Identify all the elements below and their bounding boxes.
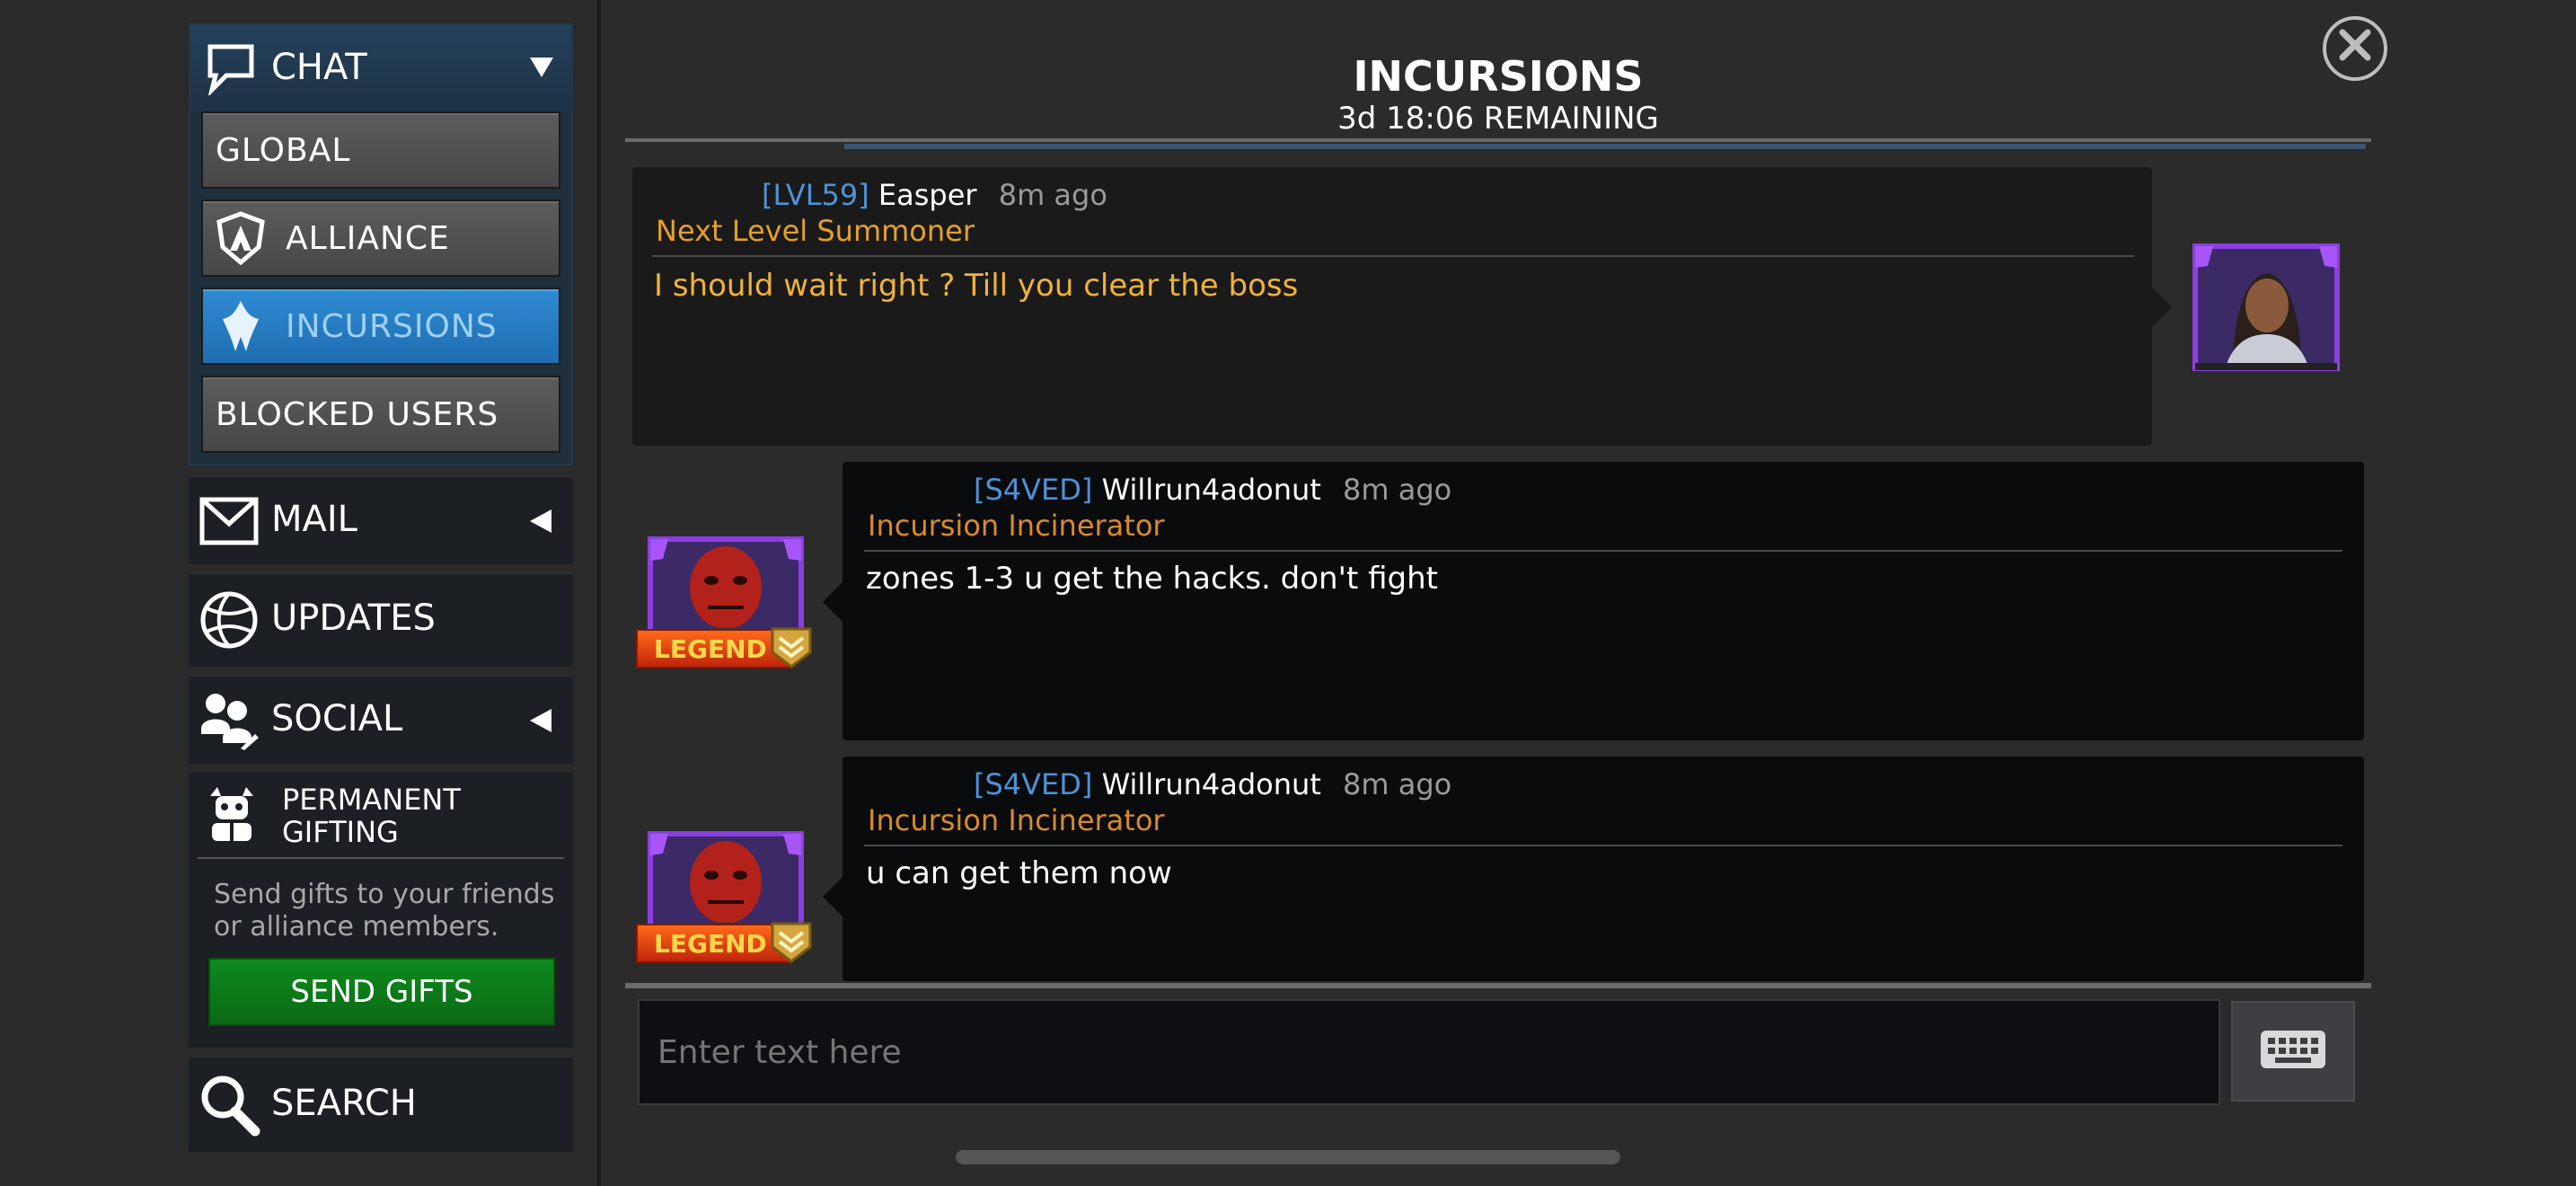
header-rule <box>625 138 2371 142</box>
search-icon <box>198 1072 260 1140</box>
social-users-icon <box>198 689 260 756</box>
message-divider <box>864 550 2342 552</box>
user-tag: [S4VED] <box>974 473 1093 507</box>
chat-section: CHAT GLOBAL ALLIANCE INCURSIONS BLOCKED … <box>189 23 573 465</box>
message-text: u can get them now <box>866 855 1172 891</box>
chat-header[interactable]: CHAT <box>190 25 571 111</box>
rank-chevron-icon <box>769 920 814 969</box>
mail-label: MAIL <box>271 499 357 540</box>
bubble-pointer <box>2152 288 2172 327</box>
updates-label: UPDATES <box>271 597 436 639</box>
incursions-icon <box>216 297 266 355</box>
message-divider <box>652 255 2134 257</box>
search-label: SEARCH <box>271 1083 417 1124</box>
chat-tab-label: GLOBAL <box>216 131 351 169</box>
timestamp: 8m ago <box>1343 473 1452 507</box>
send-gifts-button[interactable]: SEND GIFTS <box>208 958 555 1026</box>
chat-message: [LVL59] Easper 8m ago Next Level Summone… <box>632 167 2152 446</box>
chat-tab-label: ALLIANCE <box>286 219 450 257</box>
social-label: SOCIAL <box>271 698 403 739</box>
keyboard-icon <box>2259 1029 2327 1074</box>
sidebar-item-social[interactable]: SOCIAL <box>189 676 573 764</box>
gifting-description: Send gifts to your friends or alliance m… <box>214 879 555 943</box>
gifting-title: PERMANENT GIFTING <box>282 783 461 849</box>
globe-icon <box>199 590 259 653</box>
send-gifts-label: SEND GIFTS <box>290 974 473 1010</box>
chat-bubble-icon <box>207 41 255 99</box>
input-rule <box>625 983 2371 988</box>
username[interactable]: Willrun4adonut <box>1102 473 1321 507</box>
chat-tab-label: INCURSIONS <box>286 307 498 345</box>
chat-label: CHAT <box>271 47 367 88</box>
user-tag: [S4VED] <box>974 767 1093 801</box>
user-rank: Incursion Incinerator <box>868 803 1165 837</box>
chat-tab-global[interactable]: GLOBAL <box>201 111 560 189</box>
time-remaining: 3d 18:06 REMAINING <box>1337 101 1659 137</box>
chevron-down-icon <box>528 56 555 83</box>
avatar[interactable]: LEGEND <box>636 830 816 967</box>
sidebar-divider <box>595 0 601 1186</box>
page-title: INCURSIONS <box>1353 52 1644 101</box>
chevron-left-icon <box>528 508 553 538</box>
close-button[interactable] <box>2323 16 2387 81</box>
username[interactable]: Willrun4adonut <box>1102 767 1321 801</box>
message-meta: [S4VED] Willrun4adonut 8m ago <box>974 767 1451 801</box>
chat-tab-label: BLOCKED USERS <box>216 395 499 433</box>
chat-tab-incursions[interactable]: INCURSIONS <box>201 288 560 365</box>
gifting-divider <box>198 857 564 859</box>
chat-input[interactable] <box>638 999 2220 1105</box>
sidebar-item-search[interactable]: SEARCH <box>189 1057 573 1152</box>
user-rank: Next Level Summoner <box>656 214 975 248</box>
username[interactable]: Easper <box>878 178 977 212</box>
bubble-pointer <box>823 877 842 916</box>
timestamp: 8m ago <box>998 178 1107 212</box>
chat-tab-alliance[interactable]: ALLIANCE <box>201 199 560 277</box>
home-indicator-bar[interactable] <box>956 1150 1620 1164</box>
message-text: I should wait right ? Till you clear the… <box>654 268 1299 304</box>
message-meta: [LVL59] Easper 8m ago <box>762 178 1107 212</box>
mail-icon <box>199 497 259 549</box>
message-meta: [S4VED] Willrun4adonut 8m ago <box>974 473 1451 507</box>
bubble-pointer <box>823 582 842 622</box>
sidebar-item-mail[interactable]: MAIL <box>189 476 573 564</box>
message-text: zones 1-3 u get the hacks. don't fight <box>866 561 1438 597</box>
alliance-shield-icon <box>216 211 266 265</box>
chevron-left-icon <box>528 707 553 738</box>
user-tag: [LVL59] <box>762 178 869 212</box>
rank-chevron-icon <box>769 625 814 674</box>
avatar[interactable] <box>2190 241 2342 374</box>
chat-tab-blocked-users[interactable]: BLOCKED USERS <box>201 376 560 453</box>
legend-label: LEGEND <box>654 633 767 664</box>
close-icon <box>2337 23 2373 74</box>
avatar[interactable]: LEGEND <box>636 535 816 672</box>
timestamp: 8m ago <box>1343 767 1452 801</box>
legend-label: LEGEND <box>654 928 767 959</box>
user-rank: Incursion Incinerator <box>868 509 1165 543</box>
gift-mascot-icon <box>203 783 260 846</box>
chat-message: [S4VED] Willrun4adonut 8m ago Incursion … <box>842 462 2364 740</box>
keyboard-button[interactable] <box>2231 1001 2355 1102</box>
chat-message: [S4VED] Willrun4adonut 8m ago Incursion … <box>842 757 2364 981</box>
sidebar-item-updates[interactable]: UPDATES <box>189 573 573 667</box>
message-divider <box>864 845 2342 846</box>
permanent-gifting-panel: PERMANENT GIFTING Send gifts to your fri… <box>189 773 573 1048</box>
time-progress-bar <box>844 144 2366 149</box>
